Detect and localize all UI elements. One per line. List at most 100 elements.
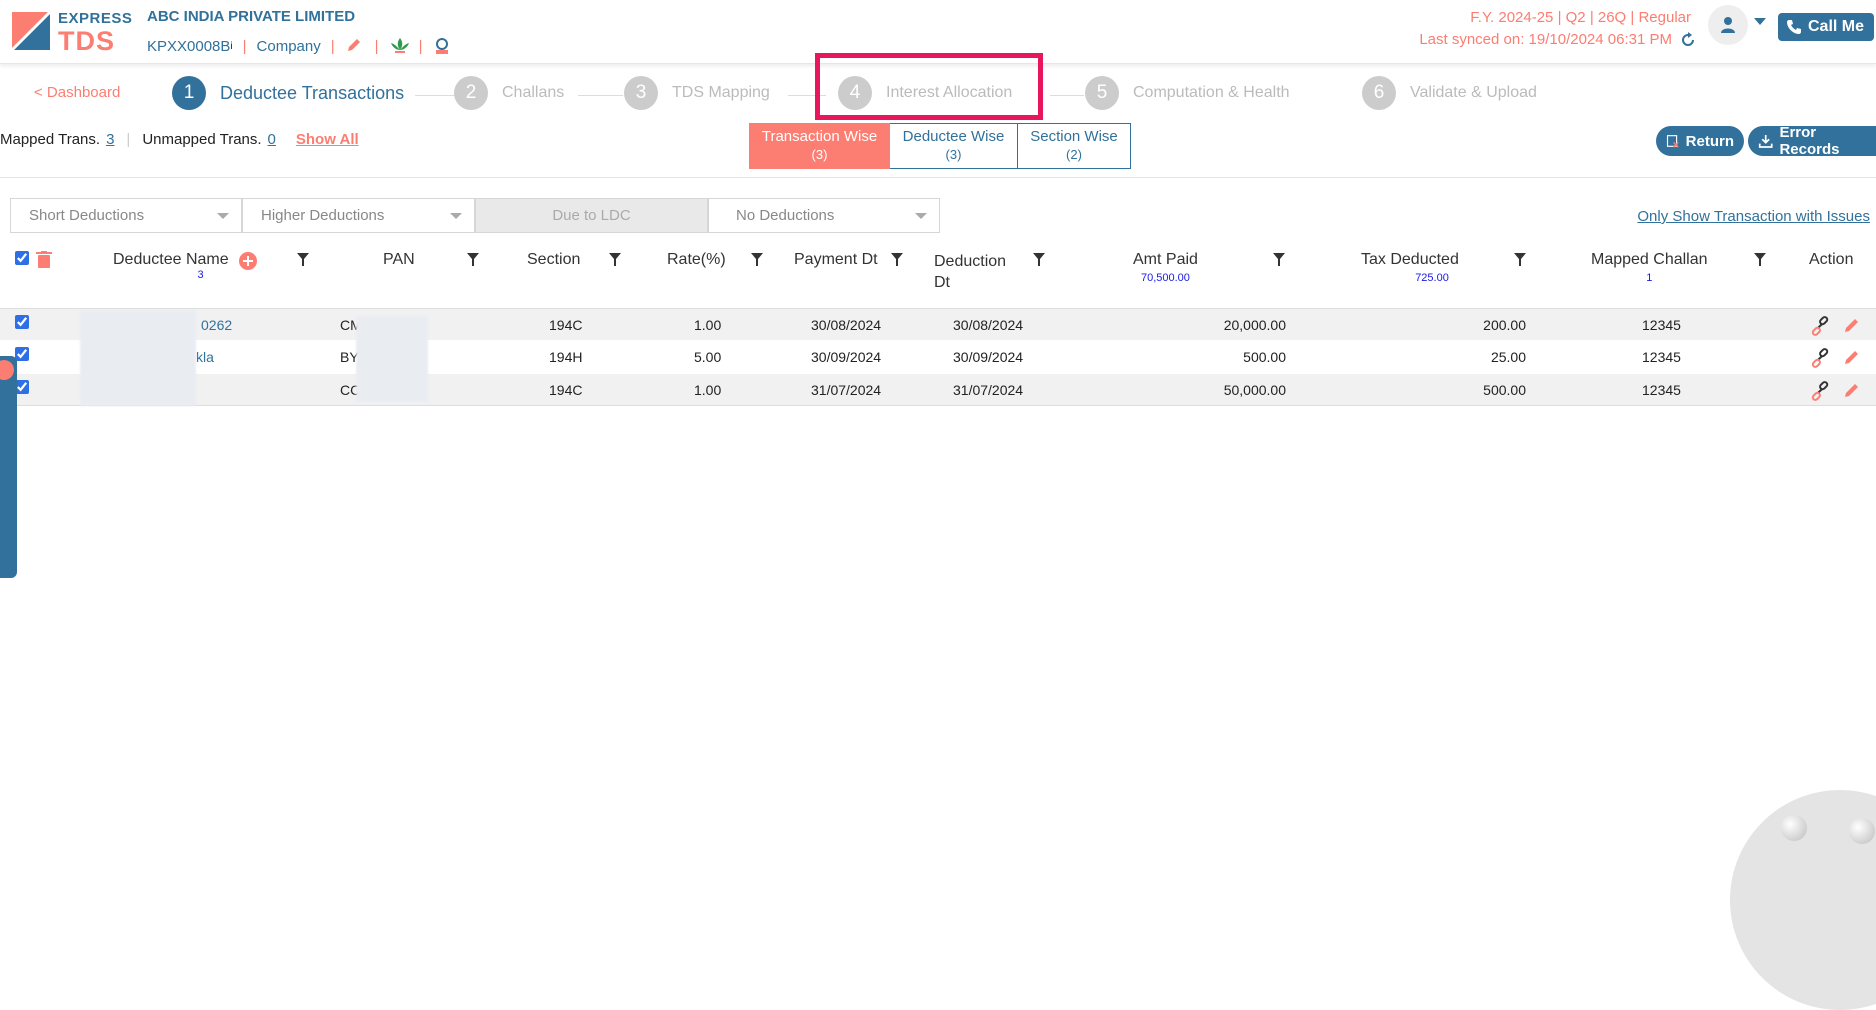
logo-mark-icon [10,10,52,52]
edit-pencil-icon[interactable] [1843,348,1861,366]
call-me-button[interactable]: Call Me [1778,13,1874,41]
logo-text-tds: TDS [58,26,115,56]
select-all-checkbox[interactable] [15,251,29,265]
col-total: 1 [1646,272,1653,284]
link-icon[interactable] [1810,381,1830,401]
edit-pencil-icon[interactable] [345,36,365,56]
show-all-link[interactable]: Show All [296,131,359,148]
add-circle-icon[interactable] [239,252,257,270]
tab-transaction-wise[interactable]: Transaction Wise (3) [749,123,890,169]
company-details: KPXX0008B i | Company | | | [147,36,452,56]
filter-icon[interactable] [467,253,479,267]
table-row[interactable]: kla BY 194H 5.00 30/09/2024 30/09/2024 5… [0,341,1876,373]
step-number: 2 [454,76,488,110]
filter-icon[interactable] [1033,253,1045,267]
step-label: Validate & Upload [1410,84,1537,101]
filter-icon[interactable] [1273,253,1285,267]
step-challans[interactable]: 2 Challans [454,76,564,110]
only-show-issues-link[interactable]: Only Show Transaction with Issues [1637,208,1870,225]
edit-pencil-icon[interactable] [1843,381,1861,399]
col-section[interactable]: Section [527,251,580,269]
table-header: Deductee Name 3 PAN Section Rate(%) Paym… [0,245,1876,307]
col-pan[interactable]: PAN [383,251,415,269]
col-deductee-name[interactable]: Deductee Name 3 [113,251,229,281]
filter-icon[interactable] [751,253,763,267]
col-deduction-dt[interactable]: Deduction Dt [934,251,1006,293]
dropdown-label: Due to LDC [552,207,631,224]
tab-deductee-wise[interactable]: Deductee Wise (3) [890,123,1018,169]
higher-deductions-dropdown[interactable]: Higher Deductions [242,198,475,233]
rate-cell: 5.00 [694,349,722,365]
unmapped-count-link[interactable]: 0 [268,131,276,148]
mapped-count-link[interactable]: 3 [106,131,114,148]
trash-icon[interactable] [36,251,52,269]
col-payment-dt[interactable]: Payment Dt [794,251,878,269]
divider: | [126,131,131,148]
row-checkbox[interactable] [15,347,29,361]
filter-icon[interactable] [609,253,621,267]
tab-section-wise[interactable]: Section Wise (2) [1018,123,1131,169]
section-divider [0,177,1876,178]
step-computation-health[interactable]: 5 Computation & Health [1085,76,1290,110]
row-checkbox[interactable] [15,315,29,329]
table-row[interactable]: CC 194C 1.00 31/07/2024 31/07/2024 50,00… [0,374,1876,406]
sphere-icon [1781,815,1807,841]
sync-status: Last synced on: 19/10/2024 06:31 PM [1419,31,1696,48]
col-label: Deductee Name [113,251,229,268]
col-rate[interactable]: Rate(%) [667,251,726,269]
last-synced-text: Last synced on: 19/10/2024 06:31 PM [1419,31,1672,48]
express-tds-logo[interactable]: EXPRESS TDS [8,8,132,56]
step-connector [578,95,623,96]
col-label: Tax Deducted [1361,251,1459,268]
mapped-label: Mapped Trans. [0,131,101,148]
call-me-label: Call Me [1808,18,1865,35]
col-tax-deducted[interactable]: Tax Deducted 725.00 [1361,251,1459,284]
step-validate-upload[interactable]: 6 Validate & Upload [1362,76,1537,110]
return-button[interactable]: Return [1656,126,1744,156]
deductee-name-link[interactable]: kla [196,349,214,365]
feedback-side-tab[interactable] [0,356,17,578]
amt-paid-cell: 50,000.00 [1223,382,1286,398]
short-deductions-dropdown[interactable]: Short Deductions [10,198,242,233]
col-mapped-challan[interactable]: Mapped Challan 1 [1591,251,1708,284]
refresh-icon[interactable] [1680,31,1696,48]
chevron-down-icon[interactable] [1754,18,1766,25]
mapped-challan-cell: 12345 [1642,317,1681,333]
no-deductions-dropdown[interactable]: No Deductions [708,198,940,233]
row-checkbox[interactable] [15,380,29,394]
col-total: 3 [197,269,204,281]
section-cell: 194C [549,317,583,333]
divider: | [242,37,247,55]
transaction-summary: Mapped Trans. 3 | Unmapped Trans. 0 Show… [0,131,359,148]
tab-count: (3) [945,147,962,162]
user-avatar[interactable] [1708,5,1748,45]
company-name: ABC INDIA PRIVATE LIMITED [147,8,356,25]
deductee-name-link[interactable]: 0262 [201,317,232,333]
step-tds-mapping[interactable]: 3 TDS Mapping [624,76,770,110]
dropdown-label: Higher Deductions [261,207,385,224]
table-row[interactable]: 0262 CM 194C 1.00 30/08/2024 30/08/2024 … [0,308,1876,340]
filter-icon[interactable] [891,253,903,267]
col-action: Action [1809,251,1854,268]
amt-paid-cell: 500.00 [1243,349,1286,365]
col-amt-paid[interactable]: Amt Paid 70,500.00 [1133,251,1198,284]
lotus-icon[interactable] [389,36,409,56]
rate-cell: 1.00 [694,382,722,398]
tab-label: Deductee Wise [902,128,1005,145]
link-icon[interactable] [1810,316,1830,336]
step-deductee-transactions[interactable]: 1 Deductee Transactions [172,76,404,110]
view-tabs: Transaction Wise (3) Deductee Wise (3) S… [749,123,1131,169]
unmapped-label: Unmapped Trans. [142,131,262,148]
link-icon[interactable] [1810,348,1830,368]
filter-icon[interactable] [1514,253,1526,267]
step-label: TDS Mapping [672,84,770,101]
step-number: 5 [1085,76,1119,110]
emblem-icon[interactable] [432,36,452,56]
edit-pencil-icon[interactable] [1843,316,1861,334]
info-icon[interactable]: i [230,41,232,52]
error-records-button[interactable]: Error Records [1748,124,1876,158]
dashboard-link[interactable]: < Dashboard [34,84,120,101]
filter-icon[interactable] [1754,253,1766,267]
filter-icon[interactable] [297,253,309,267]
phone-icon [1787,20,1801,34]
